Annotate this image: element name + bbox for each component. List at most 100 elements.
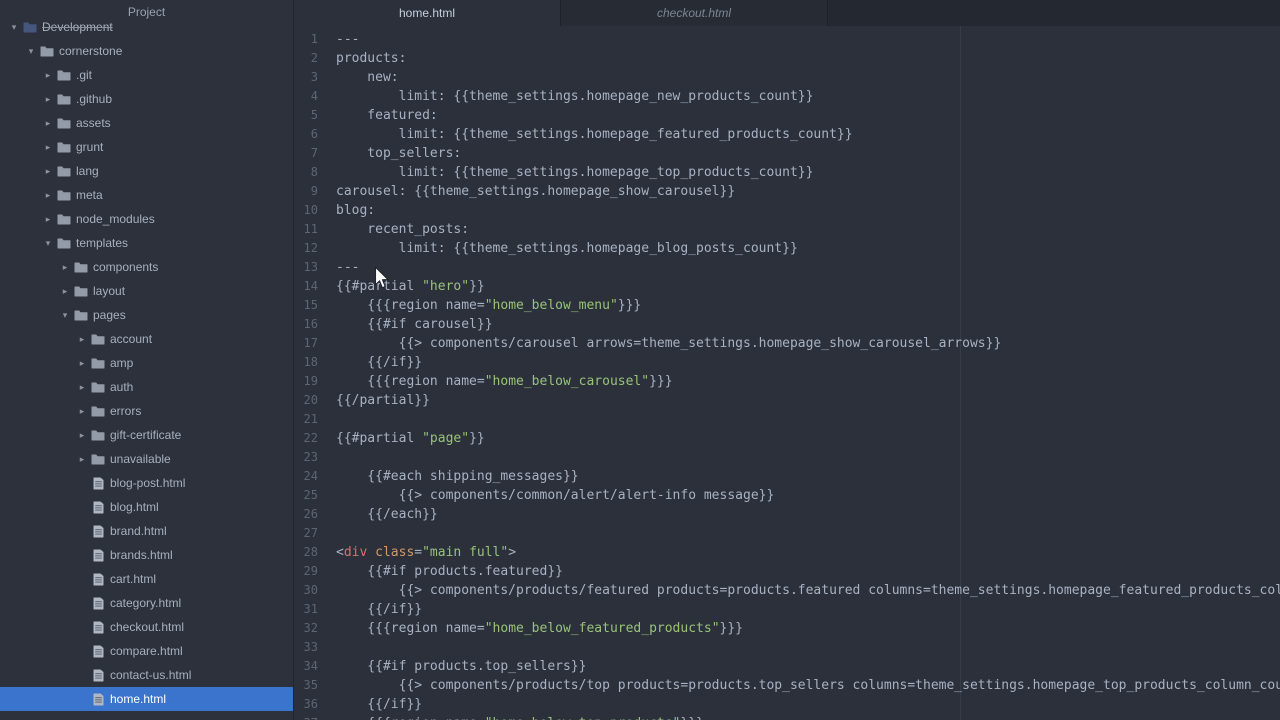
tab-label: checkout.html [656,6,732,20]
editor-body[interactable]: 1 2 3 4 5 6 7 8 9 10 11 12 13 14 15 16 17 18 19 20 21 22 23 24 2… [294,26,1280,720]
chevron-right-icon[interactable]: ▸ [40,183,56,207]
code-line-27[interactable] [336,524,1280,543]
chevron-right-icon[interactable]: ▸ [74,327,90,351]
line-number: 18 [303,355,318,369]
code-line-22[interactable]: {{#partial "page"}} [336,429,1280,448]
chevron-right-icon[interactable]: ▸ [57,279,73,303]
tree-item-account[interactable]: ▸ account [0,327,293,351]
code-token: limit: {{theme_settings.homepage_top_pro… [336,165,814,180]
chevron-right-icon[interactable]: ▸ [74,375,90,399]
tree-item--git[interactable]: ▸ .git [0,63,293,87]
chevron-right-icon[interactable]: ▸ [40,207,56,231]
tree-item-meta[interactable]: ▸ meta [0,183,293,207]
tree-item-layout[interactable]: ▸ layout [0,279,293,303]
tree-item-templates[interactable]: ▾ templates [0,231,293,255]
tree-item-auth[interactable]: ▸ auth [0,375,293,399]
chevron-right-icon[interactable]: ▸ [74,399,90,423]
code-line-33[interactable] [336,638,1280,657]
code-line-9[interactable]: carousel: {{theme_settings.homepage_show… [336,182,1280,201]
tree-item-unavailable[interactable]: ▸ unavailable [0,447,293,471]
tree-item-lang[interactable]: ▸ lang [0,159,293,183]
tree-item-checkout-html[interactable]: checkout.html [0,615,293,639]
line-number: 24 [303,469,318,483]
code-line-36[interactable]: {{/if}} [336,695,1280,714]
chevron-right-icon[interactable]: ▸ [74,351,90,375]
chevron-right-icon[interactable]: ▸ [40,87,56,111]
chevron-down-icon[interactable]: ▾ [23,39,39,63]
editor-tabbar: home.html checkout.html [294,0,1280,26]
tree-item-label: compare.html [110,644,183,658]
code-line-31[interactable]: {{/if}} [336,600,1280,619]
code-line-11[interactable]: recent_posts: [336,220,1280,239]
chevron-down-icon[interactable]: ▾ [40,231,56,255]
chevron-right-icon[interactable]: ▸ [40,111,56,135]
code-token: limit: {{theme_settings.homepage_feature… [336,127,853,142]
code-line-18[interactable]: {{/if}} [336,353,1280,372]
chevron-right-icon[interactable]: ▸ [57,255,73,279]
tree-item-components[interactable]: ▸ components [0,255,293,279]
tree-item-brand-html[interactable]: brand.html [0,519,293,543]
tree-item-errors[interactable]: ▸ errors [0,399,293,423]
code-line-23[interactable] [336,448,1280,467]
tree-item-blog-html[interactable]: blog.html [0,495,293,519]
code-line-7[interactable]: top_sellers: [336,144,1280,163]
code-line-28[interactable]: <div class="main full"> [336,543,1280,562]
code-line-5[interactable]: featured: [336,106,1280,125]
code-line-37[interactable]: {{{region name="home_below_top_products"… [336,714,1280,720]
code-line-30[interactable]: {{> components/products/featured product… [336,581,1280,600]
code-line-8[interactable]: limit: {{theme_settings.homepage_top_pro… [336,163,1280,182]
code-line-16[interactable]: {{#if carousel}} [336,315,1280,334]
code-line-29[interactable]: {{#if products.featured}} [336,562,1280,581]
tree-item-label: .git [76,68,93,82]
tree-item-cart-html[interactable]: cart.html [0,567,293,591]
tree-item--github[interactable]: ▸ .github [0,87,293,111]
code-line-26[interactable]: {{/each}} [336,505,1280,524]
code-line-17[interactable]: {{> components/carousel arrows=theme_set… [336,334,1280,353]
folder-icon [73,309,89,321]
tab-checkout-html[interactable]: checkout.html [561,0,828,26]
chevron-right-icon[interactable]: ▸ [40,63,56,87]
tree-item-amp[interactable]: ▸ amp [0,351,293,375]
tree-item-gift-certificate[interactable]: ▸ gift-certificate [0,423,293,447]
code-line-35[interactable]: {{> components/products/top products=pro… [336,676,1280,695]
code-line-19[interactable]: {{{region name="home_below_carousel"}}} [336,372,1280,391]
line-number: 37 [294,714,330,720]
tree-item-grunt[interactable]: ▸ grunt [0,135,293,159]
project-panel-header[interactable]: Project [0,0,293,24]
code-line-1[interactable]: --- [336,30,1280,49]
tree-item-brands-html[interactable]: brands.html [0,543,293,567]
chevron-right-icon[interactable]: ▸ [40,135,56,159]
chevron-right-icon[interactable]: ▸ [74,447,90,471]
tree-item-node-modules[interactable]: ▸ node_modules [0,207,293,231]
code-line-14[interactable]: {{#partial "hero"}} [336,277,1280,296]
code-line-2[interactable]: products: [336,49,1280,68]
code-line-21[interactable] [336,410,1280,429]
tree-item-contact-us-html[interactable]: contact-us.html [0,663,293,687]
code-lines[interactable]: --- products: new: limit: {{theme_setting… [330,26,1280,720]
chevron-right-icon[interactable]: ▸ [74,423,90,447]
code-line-10[interactable]: blog: [336,201,1280,220]
tree-item-assets[interactable]: ▸ assets [0,111,293,135]
code-line-4[interactable]: limit: {{theme_settings.homepage_new_pro… [336,87,1280,106]
code-line-20[interactable]: {{/partial}} [336,391,1280,410]
code-line-3[interactable]: new: [336,68,1280,87]
code-line-6[interactable]: limit: {{theme_settings.homepage_feature… [336,125,1280,144]
tree-item-compare-html[interactable]: compare.html [0,639,293,663]
tree-item-label: components [93,260,159,274]
code-line-24[interactable]: {{#each shipping_messages}} [336,467,1280,486]
code-line-34[interactable]: {{#if products.top_sellers}} [336,657,1280,676]
code-line-25[interactable]: {{> components/common/alert/alert-info m… [336,486,1280,505]
chevron-down-icon[interactable]: ▾ [57,303,73,327]
chevron-right-icon[interactable]: ▸ [40,159,56,183]
code-line-13[interactable]: --- [336,258,1280,277]
tree-item-home-html[interactable]: home.html [0,687,293,711]
code-line-32[interactable]: {{{region name="home_below_featured_prod… [336,619,1280,638]
tree-item-pages[interactable]: ▾ pages [0,303,293,327]
tree-item-cornerstone[interactable]: ▾ cornerstone [0,39,293,63]
code-line-12[interactable]: limit: {{theme_settings.homepage_blog_po… [336,239,1280,258]
tree-item-blog-post-html[interactable]: blog-post.html [0,471,293,495]
tab-home-html[interactable]: home.html [294,0,561,26]
tree-item-category-html[interactable]: category.html [0,591,293,615]
folder-icon [39,45,55,57]
code-line-15[interactable]: {{{region name="home_below_menu"}}} [336,296,1280,315]
